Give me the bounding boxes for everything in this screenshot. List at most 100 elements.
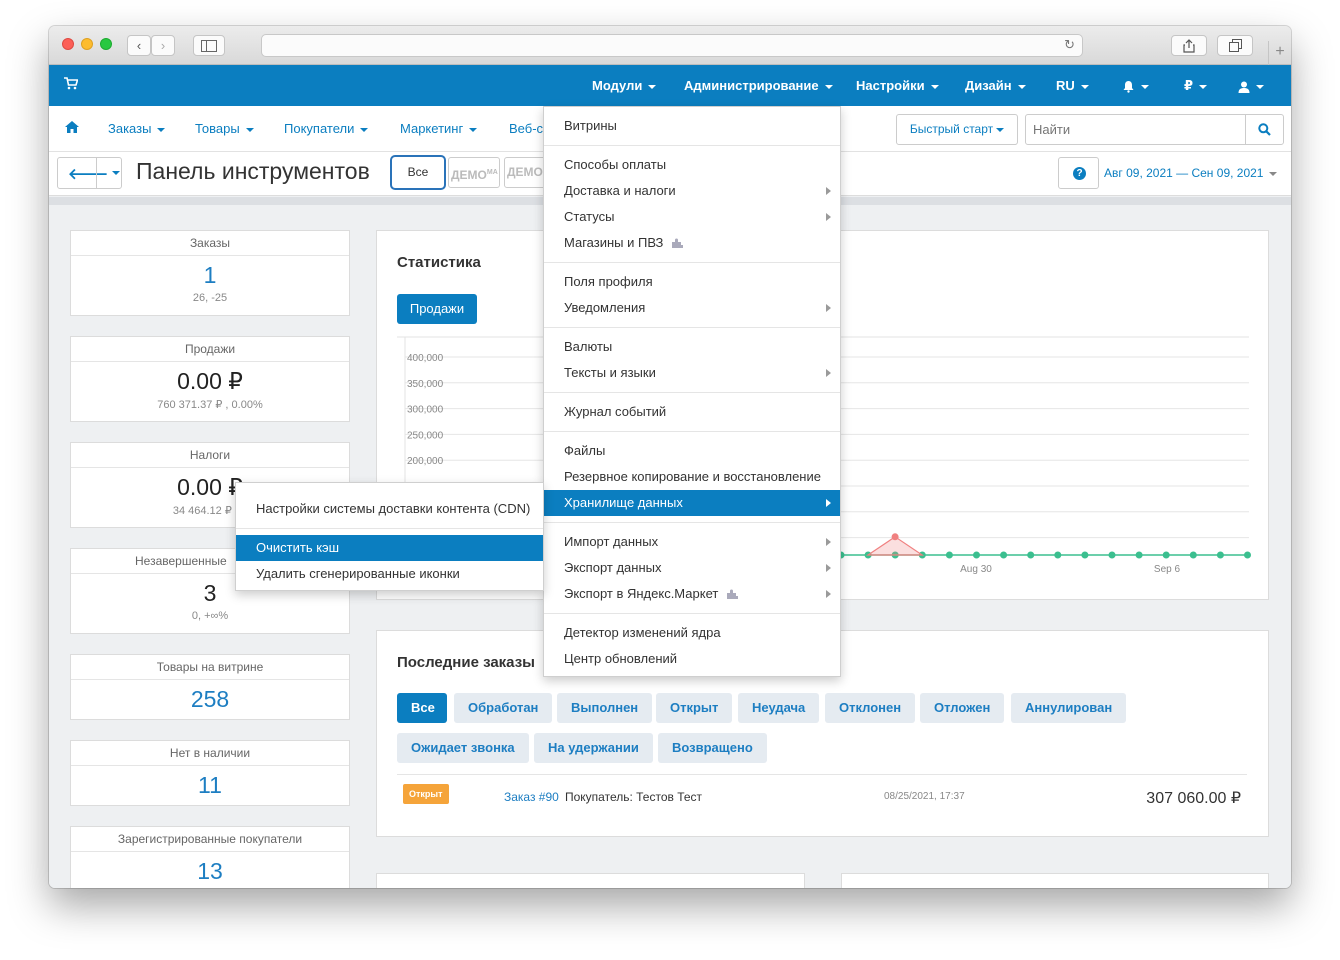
orders-tab-on-hold[interactable]: На удержании xyxy=(534,733,653,763)
nav-modules[interactable]: Модули xyxy=(592,78,657,93)
tabs-overview-button[interactable] xyxy=(1217,35,1253,56)
menu-item-storefronts[interactable]: Витрины xyxy=(544,113,840,139)
table-row[interactable]: Открыт Заказ #90 Покупатель: Тестов Тест… xyxy=(397,774,1247,818)
menu-item-stores-pickup[interactable]: Магазины и ПВЗ xyxy=(544,230,840,256)
kpi-card-sales[interactable]: Продажи 0.00 ₽ 760 371.37 ₽ , 0.00% xyxy=(70,336,350,422)
search-box xyxy=(1025,114,1284,145)
help-button[interactable]: ? xyxy=(1058,157,1099,189)
arrow-left-icon[interactable]: 🡐 xyxy=(68,164,108,183)
menu-item-core-change-detector[interactable]: Детектор изменений ядра xyxy=(544,620,840,646)
orders-tab-complete[interactable]: Выполнен xyxy=(557,693,653,723)
nav-currency[interactable]: ₽ xyxy=(1184,78,1208,94)
chevron-right-icon: › xyxy=(160,38,166,53)
menu-item-export-data[interactable]: Экспорт данных xyxy=(544,555,840,581)
caret-down-icon xyxy=(648,84,657,89)
caret-down-icon xyxy=(1017,84,1026,89)
date-range-picker[interactable]: Авг 09, 2021 — Сен 09, 2021 xyxy=(1104,166,1278,180)
kpi-title: Товары на витрине xyxy=(71,655,349,680)
chart-point xyxy=(1081,551,1089,559)
bottom-panel-left xyxy=(376,873,805,888)
menu-item-currencies[interactable]: Валюты xyxy=(544,334,840,360)
caret-down-icon xyxy=(1256,84,1264,89)
new-tab-button[interactable]: + xyxy=(1268,41,1291,65)
menu-item-notifications[interactable]: Уведомления xyxy=(544,295,840,321)
sidebar-toggle-button[interactable] xyxy=(193,35,225,56)
back-button-group[interactable]: 🡐 xyxy=(57,157,122,189)
subnav-marketing[interactable]: Маркетинг xyxy=(400,121,478,136)
menu-item-shipping-taxes[interactable]: Доставка и налоги xyxy=(544,178,840,204)
browser-forward-button[interactable]: › xyxy=(151,35,175,56)
orders-tab-all[interactable]: Все xyxy=(397,693,447,723)
kpi-card-orders[interactable]: Заказы 1 26, -25 xyxy=(70,230,350,316)
menu-item-import-data[interactable]: Импорт данных xyxy=(544,529,840,555)
close-window-button[interactable] xyxy=(62,38,74,50)
address-bar[interactable]: ↻ xyxy=(261,34,1083,57)
submenu-item-cdn-settings[interactable]: Настройки системы доставки контента (CDN… xyxy=(236,496,543,522)
menu-item-statuses[interactable]: Статусы xyxy=(544,204,840,230)
menu-item-files[interactable]: Файлы xyxy=(544,438,840,464)
caret-down-icon xyxy=(1080,84,1089,89)
caret-down-icon[interactable] xyxy=(112,171,120,175)
menu-item-payment-methods[interactable]: Способы оплаты xyxy=(544,152,840,178)
reload-icon[interactable]: ↻ xyxy=(1064,37,1075,53)
chart-y-tick-label: 250,000 xyxy=(407,430,444,441)
submenu-item-delete-generated-icons[interactable]: Удалить сгенерированные иконки xyxy=(236,561,543,587)
orders-tab-open[interactable]: Открыт xyxy=(656,693,733,723)
search-button[interactable] xyxy=(1245,115,1283,144)
subnav-customers[interactable]: Покупатели xyxy=(284,121,369,136)
orders-tab-canceled[interactable]: Аннулирован xyxy=(1011,693,1127,723)
caret-right-icon xyxy=(826,538,831,546)
nav-settings[interactable]: Настройки xyxy=(856,78,939,93)
nav-design[interactable]: Дизайн xyxy=(965,78,1026,93)
nav-user[interactable] xyxy=(1238,78,1264,93)
search-input[interactable] xyxy=(1026,115,1246,144)
nav-administration[interactable]: Администрирование xyxy=(684,78,833,93)
submenu-item-clear-cache[interactable]: Очистить кэш xyxy=(236,535,543,561)
menu-item-export-yandex-market[interactable]: Экспорт в Яндекс.Маркет xyxy=(544,581,840,607)
caret-right-icon xyxy=(826,499,831,507)
share-button[interactable] xyxy=(1171,35,1207,56)
menu-item-data-storage[interactable]: Хранилище данных xyxy=(544,490,840,516)
orders-tab-returned[interactable]: Возвращено xyxy=(658,733,767,763)
search-icon xyxy=(1258,123,1271,136)
menu-item-texts-languages[interactable]: Тексты и языки xyxy=(544,360,840,386)
browser-titlebar: ‹ › ↻ + xyxy=(49,26,1291,65)
orders-tab-failed[interactable]: Неудача xyxy=(738,693,820,723)
storefront-all-button[interactable]: Все xyxy=(390,155,446,190)
quick-start-button[interactable]: Быстрый старт xyxy=(896,114,1018,145)
kpi-card-out-of-stock[interactable]: Нет в наличии 11 xyxy=(70,740,350,806)
orders-tab-awaiting-call[interactable]: Ожидает звонка xyxy=(397,733,529,763)
user-icon xyxy=(1238,81,1250,93)
chart-point xyxy=(1244,551,1251,559)
menu-divider xyxy=(544,262,840,263)
menu-item-update-center[interactable]: Центр обновлений xyxy=(544,646,840,672)
nav-notifications[interactable] xyxy=(1122,78,1149,93)
cart-icon[interactable] xyxy=(64,77,78,90)
subnav-orders[interactable]: Заказы xyxy=(108,121,166,136)
nav-language[interactable]: RU xyxy=(1056,78,1089,93)
orders-tab-backordered[interactable]: Отложен xyxy=(920,693,1005,723)
zoom-window-button[interactable] xyxy=(100,38,112,50)
home-icon[interactable] xyxy=(65,121,79,133)
storefront-demo-1-button[interactable]: ДЕМОМА xyxy=(448,157,500,188)
kpi-card-products-on-storefront[interactable]: Товары на витрине 258 xyxy=(70,654,350,720)
kpi-subvalue: 760 371.37 ₽ , 0.00% xyxy=(157,399,263,411)
storefront-demo-2-button[interactable]: ДЕМО xyxy=(504,157,546,188)
chart-point xyxy=(1162,551,1170,559)
order-link[interactable]: Заказ #90 xyxy=(504,790,559,804)
minimize-window-button[interactable] xyxy=(81,38,93,50)
order-date: 08/25/2021, 17:37 xyxy=(884,791,965,802)
chart-point xyxy=(973,551,980,559)
menu-divider xyxy=(544,327,840,328)
menu-item-profile-fields[interactable]: Поля профиля xyxy=(544,269,840,295)
chart-point xyxy=(1027,551,1035,559)
menu-item-event-log[interactable]: Журнал событий xyxy=(544,399,840,425)
puzzle-icon xyxy=(672,238,684,248)
subnav-website[interactable]: Веб-с xyxy=(509,121,543,136)
menu-item-backup-restore[interactable]: Резервное копирование и восстановление xyxy=(544,464,840,490)
subnav-products[interactable]: Товары xyxy=(195,121,254,136)
kpi-card-registered-customers[interactable]: Зарегистрированные покупатели 13 xyxy=(70,826,350,888)
browser-back-button[interactable]: ‹ xyxy=(127,35,151,56)
orders-tab-declined[interactable]: Отклонен xyxy=(825,693,916,723)
orders-tab-processed[interactable]: Обработан xyxy=(454,693,553,723)
